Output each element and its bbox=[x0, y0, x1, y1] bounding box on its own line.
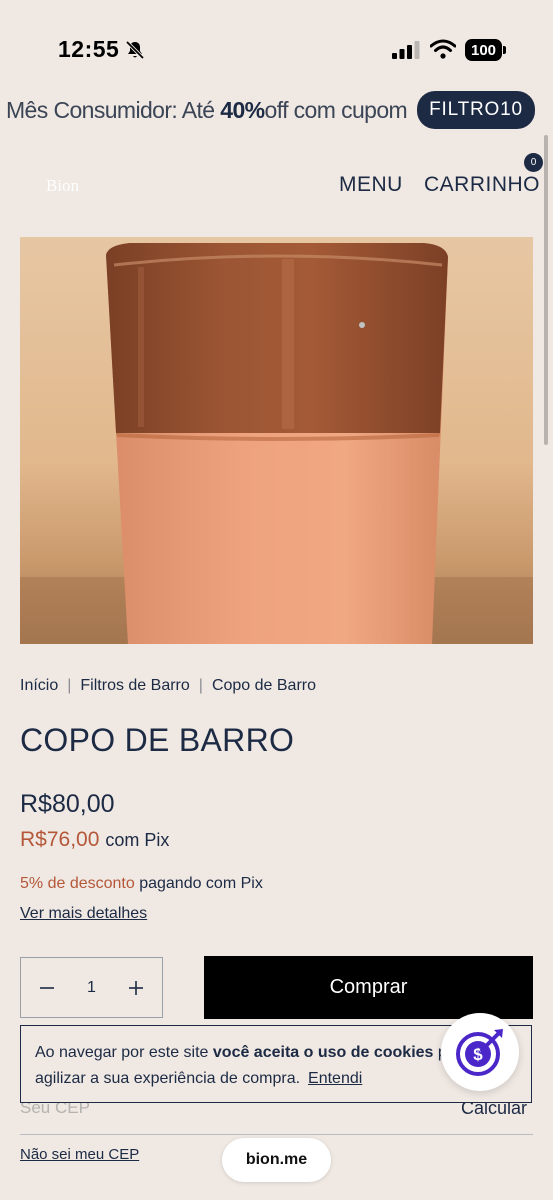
cookie-accept-link[interactable]: Entendi bbox=[308, 1070, 362, 1087]
cookie-text: Ao navegar por este site bbox=[35, 1044, 213, 1061]
product-title: COPO DE BARRO bbox=[20, 722, 295, 758]
wifi-icon bbox=[430, 39, 456, 59]
page-scrollbar[interactable] bbox=[544, 135, 548, 445]
increase-quantity-button[interactable] bbox=[126, 978, 146, 998]
product-image[interactable] bbox=[20, 237, 533, 644]
cep-input-underline bbox=[20, 1134, 533, 1135]
cookie-text-bold: você aceita o uso de cookies bbox=[212, 1044, 434, 1061]
floating-chat-button[interactable]: $ bbox=[441, 1013, 519, 1091]
quantity-value[interactable]: 1 bbox=[87, 979, 96, 997]
breadcrumb-category[interactable]: Filtros de Barro bbox=[80, 677, 189, 695]
decrease-quantity-button[interactable] bbox=[37, 978, 57, 998]
product-price: R$80,00 bbox=[20, 790, 115, 818]
minus-icon bbox=[40, 986, 54, 989]
discount-highlight: 5% de desconto bbox=[20, 875, 135, 892]
promo-text: Mês Consumidor: Até 40%off com cupom bbox=[6, 96, 408, 123]
cookie-text-line2: agilizar a sua experiência de compra. bbox=[35, 1070, 301, 1087]
promo-code-badge: FILTRO10 bbox=[417, 91, 535, 129]
pix-discount-note: 5% de desconto pagando com Pix bbox=[20, 875, 263, 893]
breadcrumb-separator: | bbox=[67, 677, 72, 694]
browser-url-bar[interactable]: bion.me bbox=[222, 1138, 331, 1182]
site-logo[interactable]: Bion bbox=[46, 176, 79, 196]
menu-button[interactable]: MENU bbox=[339, 173, 403, 197]
signal-icon bbox=[392, 41, 420, 59]
breadcrumb: Início | Filtros de Barro | Copo de Barr… bbox=[20, 677, 316, 695]
cart-count-badge: 0 bbox=[524, 153, 543, 172]
pix-price-value: R$76,00 bbox=[20, 828, 100, 851]
bell-muted-icon bbox=[125, 40, 145, 60]
more-details-link[interactable]: Ver mais detalhes bbox=[20, 905, 147, 923]
battery-icon: 100 bbox=[465, 39, 507, 61]
battery-level: 100 bbox=[465, 39, 502, 61]
pix-price-label: com Pix bbox=[105, 830, 170, 850]
breadcrumb-separator: | bbox=[198, 677, 203, 694]
breadcrumb-current[interactable]: Copo de Barro bbox=[212, 677, 316, 695]
breadcrumb-home[interactable]: Início bbox=[20, 677, 58, 695]
plus-icon bbox=[129, 980, 143, 995]
promo-banner[interactable]: Mês Consumidor: Até 40%off com cupom FIL… bbox=[6, 90, 535, 130]
quantity-stepper: 1 bbox=[20, 957, 163, 1018]
discount-text: pagando com Pix bbox=[134, 875, 263, 892]
pix-price: R$76,00 com Pix bbox=[20, 828, 169, 852]
status-time: 12:55 bbox=[58, 36, 120, 62]
target-dollar-icon: $ bbox=[456, 1029, 503, 1076]
unknown-cep-link[interactable]: Não sei meu CEP bbox=[20, 1146, 139, 1163]
buy-button[interactable]: Comprar bbox=[204, 956, 533, 1019]
cart-button[interactable]: CARRINHO bbox=[424, 173, 540, 197]
